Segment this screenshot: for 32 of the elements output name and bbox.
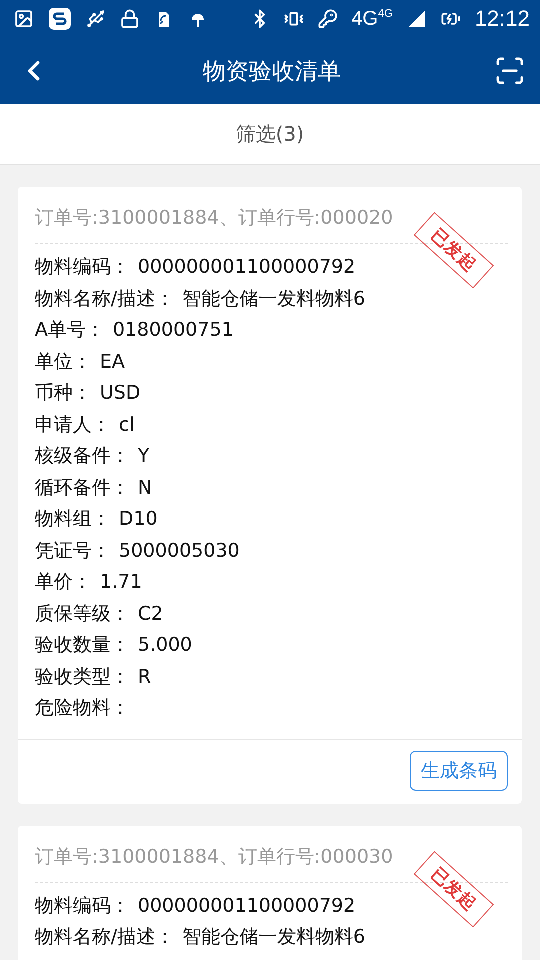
field-row-text: 币种： USD xyxy=(35,381,141,406)
field-row-text: 凭证号： 5000005030 xyxy=(35,538,240,564)
status-time: 12:12 xyxy=(474,6,530,32)
field-row-text: 危险物料： xyxy=(35,696,130,721)
order-number: 订单号:3100001884、订单行号:000030 xyxy=(35,844,394,870)
field-row-text: 物料编码： 000000001100000792 xyxy=(35,894,356,918)
usb-icon xyxy=(86,9,106,29)
signal-icon xyxy=(406,9,427,29)
field-row-text: 物料名称/描述： 智能仓储一发料物料6 xyxy=(35,925,366,950)
order-number: 订单号:3100001884、订单行号:000020 xyxy=(35,206,394,231)
field-row-text: 验收数量： 5.000 xyxy=(35,633,192,658)
filter-button[interactable]: 筛选(3) xyxy=(230,120,310,148)
field-row-text: 物料名称/描述： 智能仓储一发料物料6 xyxy=(35,286,366,312)
field-row-text: 申请人： cl xyxy=(35,412,135,438)
app-logo-icon xyxy=(48,7,72,31)
status-stamp: 已发起 xyxy=(414,850,494,928)
status-stamp: 已发起 xyxy=(414,212,494,289)
field-row-text: 单价： 1.71 xyxy=(35,570,142,595)
key-icon xyxy=(318,9,338,29)
field-row-text: 验收类型： R xyxy=(35,664,152,690)
field-row-text: 核级备件： Y xyxy=(35,444,150,469)
field-row-text: 物料编码： 000000001100000792 xyxy=(35,255,356,280)
field-row-text: 质保等级： C2 xyxy=(35,602,164,626)
field-row-text: A单号： 0180000751 xyxy=(35,318,234,343)
image-icon xyxy=(14,9,34,29)
scan-icon[interactable] xyxy=(494,55,526,87)
lock-icon xyxy=(120,9,140,29)
field-row-text: 物料组： D10 xyxy=(35,507,158,532)
field-row-text: 单位： EA xyxy=(35,350,126,374)
generate-barcode-button[interactable]: 生成条码 xyxy=(410,750,508,790)
field-row-text: 循环备件： N xyxy=(35,476,152,500)
page-title: 物资验收清单 xyxy=(202,58,342,86)
